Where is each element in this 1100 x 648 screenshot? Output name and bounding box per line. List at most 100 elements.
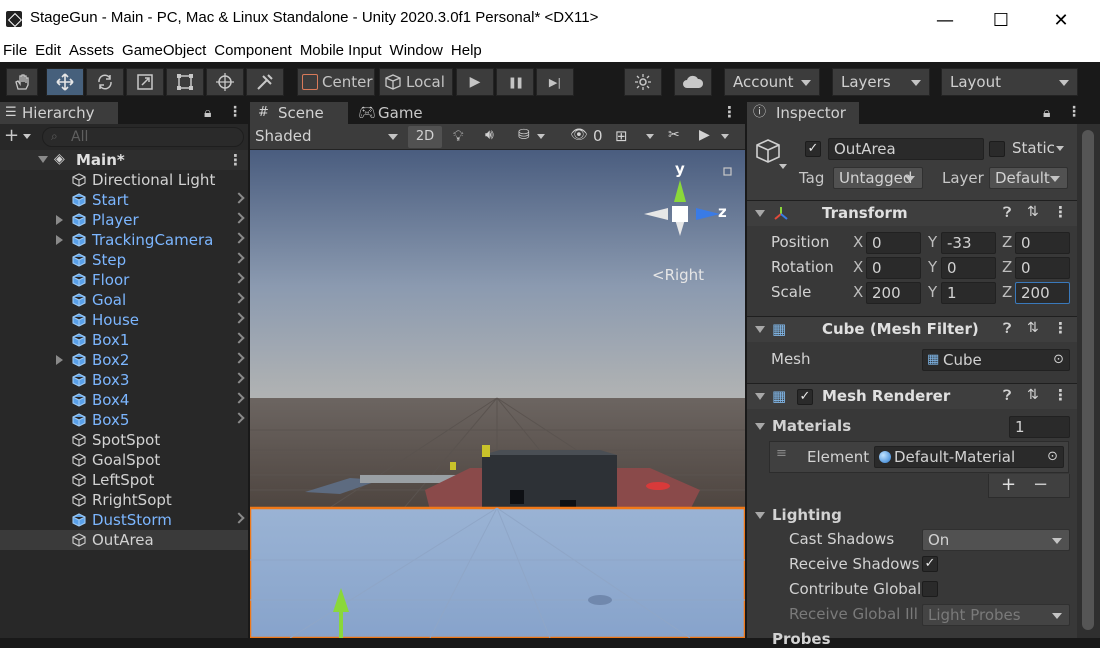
open-prefab-chevron-icon[interactable] bbox=[233, 272, 245, 284]
hierarchy-item[interactable]: Box5 bbox=[0, 410, 248, 430]
material-object-field[interactable]: Default-Material ⊙ bbox=[874, 446, 1064, 468]
lighting-fold-icon[interactable] bbox=[755, 512, 765, 519]
menu-window[interactable]: Window bbox=[387, 40, 448, 62]
menu-assets[interactable]: Assets bbox=[66, 40, 119, 62]
expand-arrow-icon[interactable] bbox=[56, 215, 63, 225]
layers-dropdown[interactable]: Layers bbox=[832, 68, 930, 96]
add-object-button[interactable]: + bbox=[4, 127, 19, 145]
drag-handle-icon[interactable]: ≡ bbox=[776, 446, 787, 461]
hierarchy-item[interactable]: DustStorm bbox=[0, 510, 248, 530]
grid-chevron-icon[interactable] bbox=[646, 134, 654, 139]
menu-gameobject[interactable]: GameObject bbox=[119, 40, 211, 62]
hierarchy-item[interactable]: SpotSpot bbox=[0, 430, 248, 450]
rect-tool-button[interactable] bbox=[166, 68, 204, 96]
transform-fold-icon[interactable] bbox=[755, 210, 765, 217]
preset-icon[interactable]: ⇅ bbox=[1027, 204, 1039, 220]
play-button[interactable]: ▶ bbox=[456, 68, 494, 96]
open-prefab-chevron-icon[interactable] bbox=[233, 372, 245, 384]
cloud-button[interactable] bbox=[674, 68, 712, 96]
maximize-button[interactable]: ☐ bbox=[970, 0, 1032, 40]
pause-button[interactable]: ❚❚ bbox=[496, 68, 534, 96]
move-tool-button[interactable] bbox=[46, 68, 84, 96]
close-button[interactable]: ✕ bbox=[1030, 0, 1092, 40]
rotate-tool-button[interactable] bbox=[86, 68, 124, 96]
scale-tool-button[interactable] bbox=[126, 68, 164, 96]
mesh-object-field[interactable]: ▦ Cube ⊙ bbox=[922, 349, 1070, 371]
hierarchy-item[interactable]: Box4 bbox=[0, 390, 248, 410]
open-prefab-chevron-icon[interactable] bbox=[233, 392, 245, 404]
pivot-space-toggle[interactable]: Local bbox=[379, 68, 453, 96]
pivot-center-toggle[interactable]: Center bbox=[297, 68, 375, 96]
hierarchy-item[interactable]: Player bbox=[0, 210, 248, 230]
menu-component[interactable]: Component bbox=[211, 40, 297, 62]
open-prefab-chevron-icon[interactable] bbox=[233, 232, 245, 244]
position-y-field[interactable]: -33 bbox=[941, 232, 996, 254]
menu-help[interactable]: Help bbox=[448, 40, 487, 62]
object-picker-icon[interactable]: ⊙ bbox=[1053, 350, 1064, 370]
hierarchy-item[interactable]: Box2 bbox=[0, 350, 248, 370]
camera-icon[interactable]: ▶ bbox=[699, 127, 710, 143]
remove-material-button[interactable]: − bbox=[1033, 474, 1048, 495]
component-menu-icon[interactable]: ⋮ bbox=[1053, 319, 1068, 337]
contribute-gi-checkbox[interactable] bbox=[922, 581, 938, 597]
collab-button[interactable] bbox=[624, 68, 662, 96]
open-prefab-chevron-icon[interactable] bbox=[233, 312, 245, 324]
layer-dropdown[interactable]: Default bbox=[989, 167, 1068, 189]
preset-icon[interactable]: ⇅ bbox=[1027, 320, 1039, 336]
open-prefab-chevron-icon[interactable] bbox=[233, 292, 245, 304]
scene-menu-icon[interactable]: ⋮ bbox=[228, 151, 243, 169]
add-dropdown-chevron-icon[interactable] bbox=[23, 134, 31, 139]
mesh-filter-fold-icon[interactable] bbox=[755, 326, 765, 333]
scene-audio-icon[interactable]: 🔊︎ bbox=[485, 127, 494, 143]
expand-arrow-icon[interactable] bbox=[56, 355, 63, 365]
menu-edit[interactable]: Edit bbox=[32, 40, 66, 62]
icon-chevron-icon[interactable] bbox=[779, 164, 787, 169]
inspector-scrollbar[interactable] bbox=[1077, 124, 1100, 638]
open-prefab-chevron-icon[interactable] bbox=[233, 332, 245, 344]
scale-x-field[interactable]: 200 bbox=[866, 282, 921, 304]
hierarchy-item[interactable]: LeftSpot bbox=[0, 470, 248, 490]
hierarchy-item[interactable]: RrightSopt bbox=[0, 490, 248, 510]
materials-count-field[interactable]: 1 bbox=[1009, 416, 1070, 438]
hierarchy-item[interactable]: Box1 bbox=[0, 330, 248, 350]
camera-chevron-icon[interactable] bbox=[721, 134, 729, 139]
tab-scene[interactable]: # Scene bbox=[250, 102, 348, 124]
hierarchy-item[interactable]: OutArea bbox=[0, 530, 248, 550]
materials-fold-icon[interactable] bbox=[755, 423, 765, 430]
mesh-filter-component-header[interactable]: ▦ Cube (Mesh Filter) ❓︎ ⇅ ⋮ bbox=[747, 316, 1077, 342]
minimize-button[interactable]: — bbox=[914, 0, 976, 40]
rotation-z-field[interactable]: 0 bbox=[1015, 257, 1070, 279]
effects-chevron-icon[interactable] bbox=[537, 134, 545, 139]
open-prefab-chevron-icon[interactable] bbox=[233, 212, 245, 224]
hierarchy-item[interactable]: House bbox=[0, 310, 248, 330]
cast-shadows-dropdown[interactable]: On bbox=[922, 529, 1070, 551]
hierarchy-item[interactable]: Start bbox=[0, 190, 248, 210]
scene-lighting-icon[interactable]: 💡︎ bbox=[453, 127, 464, 145]
lock-icon[interactable]: 🔒︎ bbox=[204, 105, 211, 121]
open-prefab-chevron-icon[interactable] bbox=[233, 512, 245, 524]
open-prefab-chevron-icon[interactable] bbox=[233, 412, 245, 424]
help-icon[interactable]: ❓︎ bbox=[1003, 321, 1011, 337]
mesh-renderer-component-header[interactable]: ▦ ✓ Mesh Renderer ❓︎ ⇅ ⋮ bbox=[747, 383, 1077, 409]
open-prefab-chevron-icon[interactable] bbox=[233, 192, 245, 204]
hierarchy-item[interactable]: Box3 bbox=[0, 370, 248, 390]
hierarchy-item[interactable]: GoalSpot bbox=[0, 450, 248, 470]
hierarchy-item[interactable]: TrackingCamera bbox=[0, 230, 248, 250]
mesh-renderer-fold-icon[interactable] bbox=[755, 393, 765, 400]
position-x-field[interactable]: 0 bbox=[866, 232, 921, 254]
tools-icon[interactable]: ✂ bbox=[668, 127, 680, 143]
hierarchy-item[interactable]: Directional Light bbox=[0, 170, 248, 190]
lock-icon[interactable]: 🔒︎ bbox=[1043, 105, 1050, 121]
view-orientation-label[interactable]: <Right bbox=[652, 266, 704, 284]
static-checkbox[interactable] bbox=[989, 141, 1005, 157]
mode-2d-toggle[interactable]: 2D bbox=[408, 126, 442, 148]
preset-icon[interactable]: ⇅ bbox=[1027, 387, 1039, 403]
transform-tool-button[interactable] bbox=[206, 68, 244, 96]
hierarchy-search-input[interactable]: ⌕ All bbox=[42, 127, 244, 147]
hand-tool-button[interactable] bbox=[6, 68, 38, 96]
object-name-field[interactable]: OutArea bbox=[828, 138, 984, 160]
expand-arrow-icon[interactable] bbox=[56, 235, 63, 245]
hidden-objects-icon[interactable]: 👁︎ bbox=[570, 127, 588, 143]
scrollbar-thumb[interactable] bbox=[1082, 130, 1094, 630]
step-button[interactable]: ▶| bbox=[536, 68, 574, 96]
